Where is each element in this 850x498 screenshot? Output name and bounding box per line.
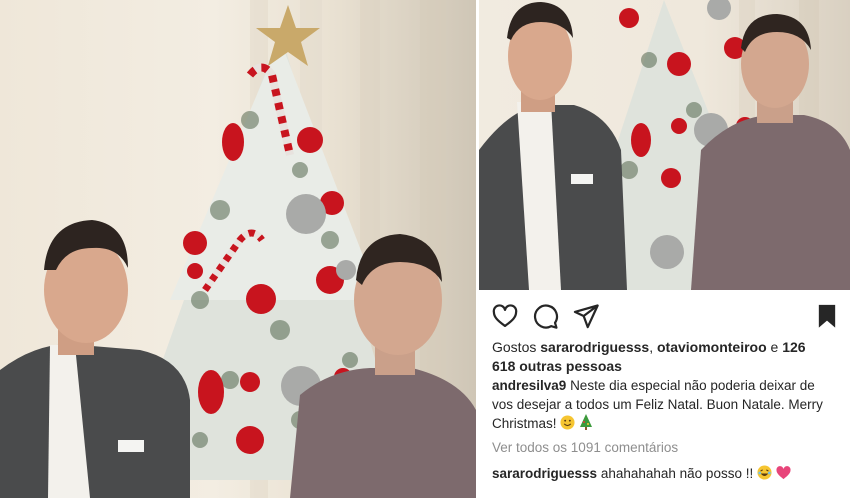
likes-separator: , <box>649 339 654 355</box>
post-caption: andresilva9 Neste dia especial não poder… <box>492 377 827 436</box>
christmas-photo-illustration <box>0 0 476 498</box>
liker-username-2[interactable]: otaviomonteiroo <box>657 339 767 355</box>
instagram-post-photo[interactable] <box>479 0 850 290</box>
pink-heart-emoji-icon <box>776 466 791 483</box>
christmas-tree-emoji-icon <box>579 414 593 436</box>
comment-row: sararodriguesss ahahahahah não posso !! <box>492 465 837 483</box>
speech-bubble-icon[interactable] <box>531 302 559 330</box>
caption-username[interactable]: andresilva9 <box>492 378 566 393</box>
bookmark-filled-icon[interactable] <box>813 302 841 330</box>
comment-username[interactable]: sararodriguesss <box>492 466 597 481</box>
smiley-emoji-icon <box>560 415 575 436</box>
person-left <box>479 2 627 290</box>
liker-username-1[interactable]: sararodriguesss <box>540 339 649 355</box>
post-action-bar <box>491 302 839 330</box>
paper-plane-icon[interactable] <box>572 302 600 330</box>
view-all-comments-link[interactable]: Ver todos os 1091 comentários <box>492 440 678 455</box>
laughing-emoji-icon <box>757 465 772 483</box>
likes-summary: Gostos sararodriguesss, otaviomonteiroo … <box>492 338 832 376</box>
heart-outline-icon[interactable] <box>491 302 519 330</box>
likes-prefix: Gostos <box>492 339 537 355</box>
likes-count-suffix: outras pessoas <box>519 358 622 374</box>
comment-text: ahahahahah não posso !! <box>600 466 754 481</box>
likes-connector: e <box>770 339 779 355</box>
christmas-photo-illustration <box>479 0 850 290</box>
instagram-post-panel: Gostos sararodriguesss, otaviomonteiroo … <box>479 290 850 498</box>
person-left <box>0 220 190 498</box>
person-right <box>691 14 850 290</box>
left-photo <box>0 0 476 498</box>
